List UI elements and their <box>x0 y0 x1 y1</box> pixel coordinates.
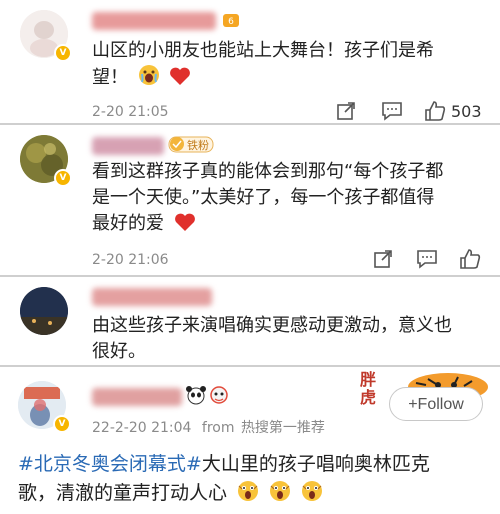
username-blurred[interactable] <box>92 288 212 306</box>
panda-icon <box>185 385 207 408</box>
post-card: V 胖虎 +Follow 22-2-20 21:04 from 热搜第一推荐 #… <box>0 369 500 514</box>
scared-emoji-icon <box>237 480 259 511</box>
comment-text: 看到这群孩子真的能体会到那句“每个孩子都 是一个天使。”太美好了，每一个孩子都值… <box>92 159 443 240</box>
scared-emoji-icon <box>269 480 291 511</box>
post-from-label: from <box>201 420 235 436</box>
reply-icon[interactable] <box>381 101 403 121</box>
post-meta: 22-2-20 21:04 from 热搜第一推荐 <box>92 417 325 437</box>
username-blurred[interactable] <box>92 12 216 30</box>
crying-emoji-icon <box>138 64 160 94</box>
share-icon[interactable] <box>336 101 356 121</box>
mascot-icon <box>208 385 230 408</box>
member-badge-icon: 6 <box>221 10 241 33</box>
like-icon[interactable] <box>424 100 446 122</box>
reply-icon[interactable] <box>416 249 438 269</box>
post-text: #北京冬奥会闭幕式#大山里的孩子唱响奥林匹克 歌，清澈的童声打动人心 <box>18 450 430 511</box>
comment-time: 2-20 21:05 <box>92 104 169 120</box>
heart-icon <box>174 212 196 240</box>
comment-card: V 铁粉 看到这群孩子真的能体会到那句“每个孩子都 是一个天使。”太美好了，每一… <box>0 127 500 277</box>
fan-badge: 铁粉 <box>168 134 214 157</box>
comment-text: 由这些孩子来演唱确实更感动更激动，意义也 很好。 <box>92 315 452 362</box>
svg-text:6: 6 <box>228 17 234 27</box>
comment-card: V 6 山区的小朋友也能站上大舞台！孩子们是希 望！ 2-20 21:05 50… <box>0 0 500 125</box>
hashtag-link[interactable]: #北京冬奥会闭幕式# <box>18 453 202 475</box>
post-text-line: 歌，清澈的童声打动人心 <box>18 482 228 504</box>
share-icon[interactable] <box>373 249 393 269</box>
comment-time: 2-20 21:06 <box>92 252 169 268</box>
avatar[interactable] <box>20 287 68 335</box>
comment-feed: V 6 山区的小朋友也能站上大舞台！孩子们是希 望！ 2-20 21:05 50… <box>0 0 500 514</box>
comment-text: 山区的小朋友也能站上大舞台！孩子们是希 望！ <box>92 38 434 94</box>
verified-icon: V <box>53 415 71 433</box>
verified-icon: V <box>54 44 72 62</box>
heart-icon <box>169 66 191 94</box>
comment-card: 由这些孩子来演唱确实更感动更激动，意义也 很好。 <box>0 279 500 367</box>
username-blurred[interactable] <box>92 137 164 155</box>
scared-emoji-icon <box>301 480 323 511</box>
post-time: 22-2-20 21:04 <box>92 420 192 436</box>
post-source[interactable]: 热搜第一推荐 <box>241 420 325 436</box>
like-count: 503 <box>451 102 482 121</box>
verified-icon: V <box>54 169 72 187</box>
follow-button[interactable]: +Follow <box>389 387 483 421</box>
username-blurred[interactable] <box>92 388 182 406</box>
like-icon[interactable] <box>459 248 481 270</box>
post-text-line: 大山里的孩子唱响奥林匹克 <box>201 453 430 475</box>
